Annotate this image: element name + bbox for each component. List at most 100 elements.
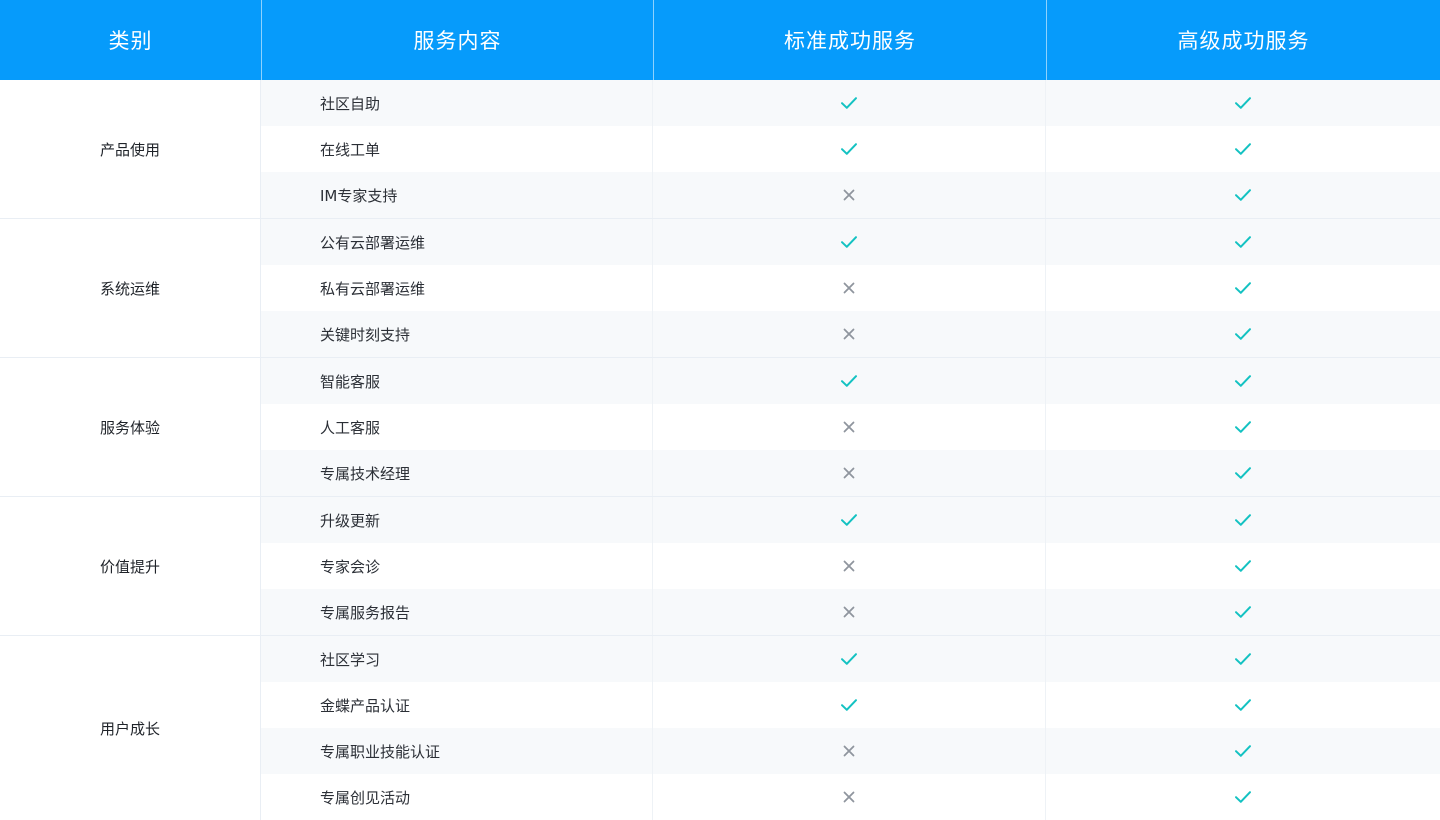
table-row: 智能客服 [261,358,1440,404]
table-row: IM专家支持 [261,172,1440,218]
check-icon [1235,653,1251,665]
cross-icon [843,745,855,757]
standard-plan-cell [653,219,1046,265]
service-comparison-table: 类别 服务内容 标准成功服务 高级成功服务 产品使用 社区自助 在线工单 IM专家支持… [0,0,1440,820]
standard-plan-cell [653,404,1046,450]
check-icon [1235,514,1251,526]
service-name: 智能客服 [261,358,653,404]
cross-icon [843,189,855,201]
check-icon [1235,328,1251,340]
check-icon [1235,421,1251,433]
standard-plan-cell [653,543,1046,589]
advanced-plan-cell [1046,497,1440,543]
service-name: 在线工单 [261,126,653,172]
advanced-plan-cell [1046,682,1440,728]
check-icon [1235,791,1251,803]
service-name: 社区自助 [261,80,653,126]
standard-plan-cell [653,126,1046,172]
standard-plan-cell [653,311,1046,357]
advanced-plan-cell [1046,265,1440,311]
table-row: 升级更新 [261,497,1440,543]
standard-plan-cell [653,774,1046,820]
check-icon [841,514,857,526]
check-icon [841,236,857,248]
category-group: 用户成长 社区学习 金蝶产品认证 专属职业技能认证 专属创见活动 [0,636,1440,820]
table-row: 专属职业技能认证 [261,728,1440,774]
check-icon [1235,282,1251,294]
service-name: 公有云部署运维 [261,219,653,265]
check-icon [841,653,857,665]
cross-icon [843,421,855,433]
service-name: 专属创见活动 [261,774,653,820]
advanced-plan-cell [1046,450,1440,496]
advanced-plan-cell [1046,219,1440,265]
table-row: 公有云部署运维 [261,219,1440,265]
table-row: 私有云部署运维 [261,265,1440,311]
advanced-plan-cell [1046,358,1440,404]
check-icon [1235,143,1251,155]
table-row: 金蝶产品认证 [261,682,1440,728]
category-label: 产品使用 [0,80,261,218]
check-icon [1235,699,1251,711]
check-icon [1235,375,1251,387]
standard-plan-cell [653,450,1046,496]
category-group: 系统运维 公有云部署运维 私有云部署运维 关键时刻支持 [0,219,1440,358]
table-row: 社区自助 [261,80,1440,126]
cross-icon [843,282,855,294]
cross-icon [843,791,855,803]
table-row: 在线工单 [261,126,1440,172]
category-label: 服务体验 [0,358,261,496]
check-icon [841,699,857,711]
table-row: 专家会诊 [261,543,1440,589]
advanced-plan-cell [1046,126,1440,172]
table-row: 专属创见活动 [261,774,1440,820]
check-icon [1235,467,1251,479]
advanced-plan-cell [1046,543,1440,589]
table-row: 社区学习 [261,636,1440,682]
service-name: 专属服务报告 [261,589,653,635]
advanced-plan-cell [1046,80,1440,126]
category-label: 系统运维 [0,219,261,357]
check-icon [1235,560,1251,572]
category-label: 价值提升 [0,497,261,635]
table-row: 关键时刻支持 [261,311,1440,357]
check-icon [1235,745,1251,757]
table-row: 专属技术经理 [261,450,1440,496]
standard-plan-cell [653,497,1046,543]
check-icon [1235,97,1251,109]
service-name: 人工客服 [261,404,653,450]
advanced-plan-cell [1046,172,1440,218]
service-name: 升级更新 [261,497,653,543]
table-header: 类别 服务内容 标准成功服务 高级成功服务 [0,0,1440,80]
table-row: 专属服务报告 [261,589,1440,635]
advanced-plan-cell [1046,728,1440,774]
check-icon [1235,606,1251,618]
header-category: 类别 [108,29,153,53]
table-row: 人工客服 [261,404,1440,450]
header-advanced-plan: 高级成功服务 [1046,0,1440,80]
category-group: 价值提升 升级更新 专家会诊 专属服务报告 [0,497,1440,636]
service-name: 专家会诊 [261,543,653,589]
cross-icon [843,560,855,572]
advanced-plan-cell [1046,589,1440,635]
standard-plan-cell [653,172,1046,218]
standard-plan-cell [653,589,1046,635]
cross-icon [843,467,855,479]
cross-icon [843,606,855,618]
standard-plan-cell [653,80,1046,126]
service-name: 私有云部署运维 [261,265,653,311]
header-standard-plan: 标准成功服务 [653,0,1046,80]
check-icon [1235,236,1251,248]
check-icon [841,143,857,155]
service-name: 关键时刻支持 [261,311,653,357]
category-group: 服务体验 智能客服 人工客服 专属技术经理 [0,358,1440,497]
advanced-plan-cell [1046,404,1440,450]
check-icon [1235,189,1251,201]
header-service: 服务内容 [261,0,653,80]
standard-plan-cell [653,636,1046,682]
service-name: 专属职业技能认证 [261,728,653,774]
check-icon [841,97,857,109]
standard-plan-cell [653,728,1046,774]
standard-plan-cell [653,682,1046,728]
advanced-plan-cell [1046,774,1440,820]
